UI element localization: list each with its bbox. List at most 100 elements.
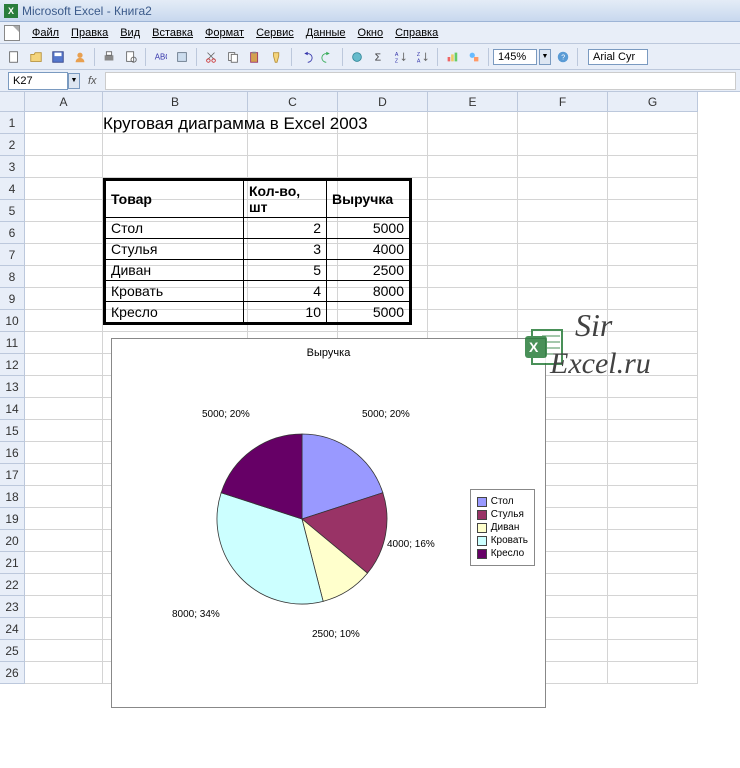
- menubar: Файл Правка Вид Вставка Формат Сервис Да…: [0, 22, 740, 44]
- col-header[interactable]: C: [248, 92, 338, 112]
- col-header[interactable]: B: [103, 92, 248, 112]
- format-painter-icon[interactable]: [267, 47, 287, 67]
- toolbar-separator: [437, 48, 438, 66]
- row-header[interactable]: 25: [0, 640, 25, 662]
- menu-file[interactable]: Файл: [26, 25, 65, 41]
- open-icon[interactable]: [26, 47, 46, 67]
- zoom-dropdown-icon[interactable]: ▼: [539, 49, 551, 65]
- row-header[interactable]: 15: [0, 420, 25, 442]
- save-icon[interactable]: [48, 47, 68, 67]
- sort-desc-icon[interactable]: ZA: [413, 47, 433, 67]
- name-box[interactable]: K27: [8, 72, 68, 90]
- row-header[interactable]: 3: [0, 156, 25, 178]
- table-row: Стулья34000: [106, 239, 410, 260]
- svg-text:Σ: Σ: [375, 51, 382, 63]
- menu-window[interactable]: Окно: [352, 25, 390, 41]
- row-header[interactable]: 17: [0, 464, 25, 486]
- watermark-logo: X Sir Excel.ru: [520, 307, 720, 407]
- data-label: 4000; 16%: [387, 539, 435, 550]
- hyperlink-icon[interactable]: [347, 47, 367, 67]
- menu-edit[interactable]: Правка: [65, 25, 114, 41]
- row-header[interactable]: 19: [0, 508, 25, 530]
- autosum-icon[interactable]: Σ: [369, 47, 389, 67]
- redo-icon[interactable]: [318, 47, 338, 67]
- row-header[interactable]: 22: [0, 574, 25, 596]
- help-icon[interactable]: ?: [553, 47, 573, 67]
- row-header[interactable]: 24: [0, 618, 25, 640]
- row-header[interactable]: 8: [0, 266, 25, 288]
- row-header[interactable]: 6: [0, 222, 25, 244]
- row-header[interactable]: 10: [0, 310, 25, 332]
- spreadsheet-grid: 1 2 3 4 5 6 7 8 9 10 11 12 13 14 15 16 1…: [0, 92, 740, 684]
- table-row: Кресло105000: [106, 302, 410, 323]
- pie-plot-area: [212, 429, 392, 609]
- col-header[interactable]: G: [608, 92, 698, 112]
- col-header[interactable]: D: [338, 92, 428, 112]
- window-titlebar: X Microsoft Excel - Книга2: [0, 0, 740, 22]
- watermark-sir-text: Sir: [575, 307, 612, 344]
- cut-icon[interactable]: [201, 47, 221, 67]
- row-header[interactable]: 1: [0, 112, 25, 134]
- row-header[interactable]: 4: [0, 178, 25, 200]
- document-icon[interactable]: [4, 25, 20, 41]
- row-header[interactable]: 12: [0, 354, 25, 376]
- menu-insert[interactable]: Вставка: [146, 25, 199, 41]
- table-header: Выручка: [327, 181, 410, 218]
- zoom-input[interactable]: 145%: [493, 49, 537, 65]
- data-label: 5000; 20%: [202, 409, 250, 420]
- font-name-input[interactable]: Arial Cyr: [588, 49, 648, 65]
- row-header[interactable]: 14: [0, 398, 25, 420]
- col-header[interactable]: E: [428, 92, 518, 112]
- drawing-icon[interactable]: [464, 47, 484, 67]
- row-header[interactable]: 2: [0, 134, 25, 156]
- window-title: Microsoft Excel - Книга2: [22, 4, 152, 18]
- select-all-corner[interactable]: [0, 92, 25, 112]
- table-row: Стол25000: [106, 218, 410, 239]
- print-icon[interactable]: [99, 47, 119, 67]
- chart-legend: Стол Стулья Диван Кровать Кресло: [470, 489, 535, 566]
- print-preview-icon[interactable]: [121, 47, 141, 67]
- paste-icon[interactable]: [245, 47, 265, 67]
- row-header[interactable]: 9: [0, 288, 25, 310]
- menu-format[interactable]: Формат: [199, 25, 250, 41]
- menu-help[interactable]: Справка: [389, 25, 444, 41]
- row-header[interactable]: 7: [0, 244, 25, 266]
- undo-icon[interactable]: [296, 47, 316, 67]
- menu-data[interactable]: Данные: [300, 25, 352, 41]
- row-header[interactable]: 23: [0, 596, 25, 618]
- toolbar-separator: [342, 48, 343, 66]
- svg-text:Z: Z: [417, 52, 421, 58]
- row-header[interactable]: 21: [0, 552, 25, 574]
- col-header[interactable]: F: [518, 92, 608, 112]
- sort-asc-icon[interactable]: AZ: [391, 47, 411, 67]
- svg-text:X: X: [529, 339, 539, 355]
- toolbar-separator: [94, 48, 95, 66]
- new-doc-icon[interactable]: [4, 47, 24, 67]
- permissions-icon[interactable]: [70, 47, 90, 67]
- chart-wizard-icon[interactable]: [442, 47, 462, 67]
- pie-chart[interactable]: Выручка 5000; 20% 4000; 16% 2500; 10% 80…: [111, 338, 546, 708]
- fx-button[interactable]: fx: [88, 75, 97, 87]
- data-table: Товар Кол-во, шт Выручка Стол25000 Стуль…: [103, 178, 412, 325]
- row-header[interactable]: 20: [0, 530, 25, 552]
- copy-icon[interactable]: [223, 47, 243, 67]
- data-label: 2500; 10%: [312, 629, 360, 640]
- namebox-dropdown-icon[interactable]: ▼: [68, 73, 80, 89]
- menu-view[interactable]: Вид: [114, 25, 146, 41]
- row-header[interactable]: 13: [0, 376, 25, 398]
- row-header[interactable]: 11: [0, 332, 25, 354]
- col-header[interactable]: A: [25, 92, 103, 112]
- svg-text:ABC: ABC: [155, 52, 167, 61]
- watermark-domain-text: Excel.ru: [550, 347, 651, 381]
- formula-input[interactable]: [105, 72, 736, 90]
- row-header[interactable]: 16: [0, 442, 25, 464]
- svg-text:Z: Z: [395, 58, 399, 64]
- excel-app-icon: X: [4, 4, 18, 18]
- cells-area[interactable]: document.write(Array.from({length:26},()…: [25, 112, 740, 684]
- row-header[interactable]: 26: [0, 662, 25, 684]
- row-header[interactable]: 18: [0, 486, 25, 508]
- row-header[interactable]: 5: [0, 200, 25, 222]
- research-icon[interactable]: [172, 47, 192, 67]
- menu-tools[interactable]: Сервис: [250, 25, 300, 41]
- spellcheck-icon[interactable]: ABC: [150, 47, 170, 67]
